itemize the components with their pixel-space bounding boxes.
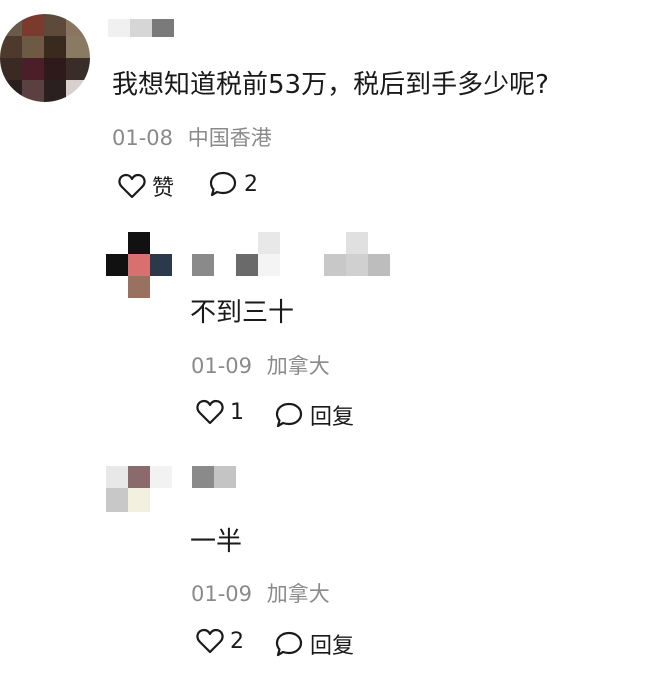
like-button[interactable]: 赞 [118, 170, 174, 202]
heart-outline-icon [118, 173, 146, 199]
comment-date: 01-09 [191, 582, 253, 606]
speech-bubble-icon [274, 401, 304, 429]
comment-location: 加拿大 [266, 354, 330, 378]
like-label: 赞 [152, 176, 175, 201]
avatar[interactable] [0, 14, 90, 102]
speech-bubble-icon [208, 170, 238, 198]
comment-date: 01-09 [191, 354, 253, 378]
reply-button[interactable]: 2 [208, 170, 258, 198]
username-redacted[interactable] [108, 15, 174, 37]
reply-button[interactable]: 回复 [274, 399, 354, 431]
comment-text: 一半 [190, 527, 243, 557]
reply-label: 回复 [310, 405, 355, 430]
speech-bubble-icon [274, 630, 304, 658]
username-redacted[interactable] [192, 466, 236, 488]
username-redacted[interactable] [192, 232, 392, 276]
like-count: 1 [230, 399, 244, 425]
avatar[interactable] [106, 466, 172, 512]
reply-count: 2 [244, 171, 258, 197]
comment-location: 加拿大 [266, 582, 330, 606]
comment-text: 我想知道税前53万，税后到手多少呢? [112, 70, 549, 100]
like-button[interactable]: 1 [196, 399, 244, 425]
heart-outline-icon [196, 628, 224, 654]
like-button[interactable]: 2 [196, 628, 244, 654]
avatar[interactable] [106, 232, 172, 298]
comment-date: 01-08 [112, 126, 174, 150]
comment-meta: 01-08 中国香港 [112, 122, 272, 152]
comment-text: 不到三十 [190, 298, 295, 328]
comment-location: 中国香港 [187, 126, 272, 150]
like-count: 2 [230, 628, 244, 654]
reply-button[interactable]: 回复 [274, 628, 354, 660]
reply-label: 回复 [310, 634, 355, 659]
comment-meta: 01-09 加拿大 [191, 578, 330, 608]
comment-meta: 01-09 加拿大 [191, 350, 330, 380]
heart-outline-icon [196, 399, 224, 425]
